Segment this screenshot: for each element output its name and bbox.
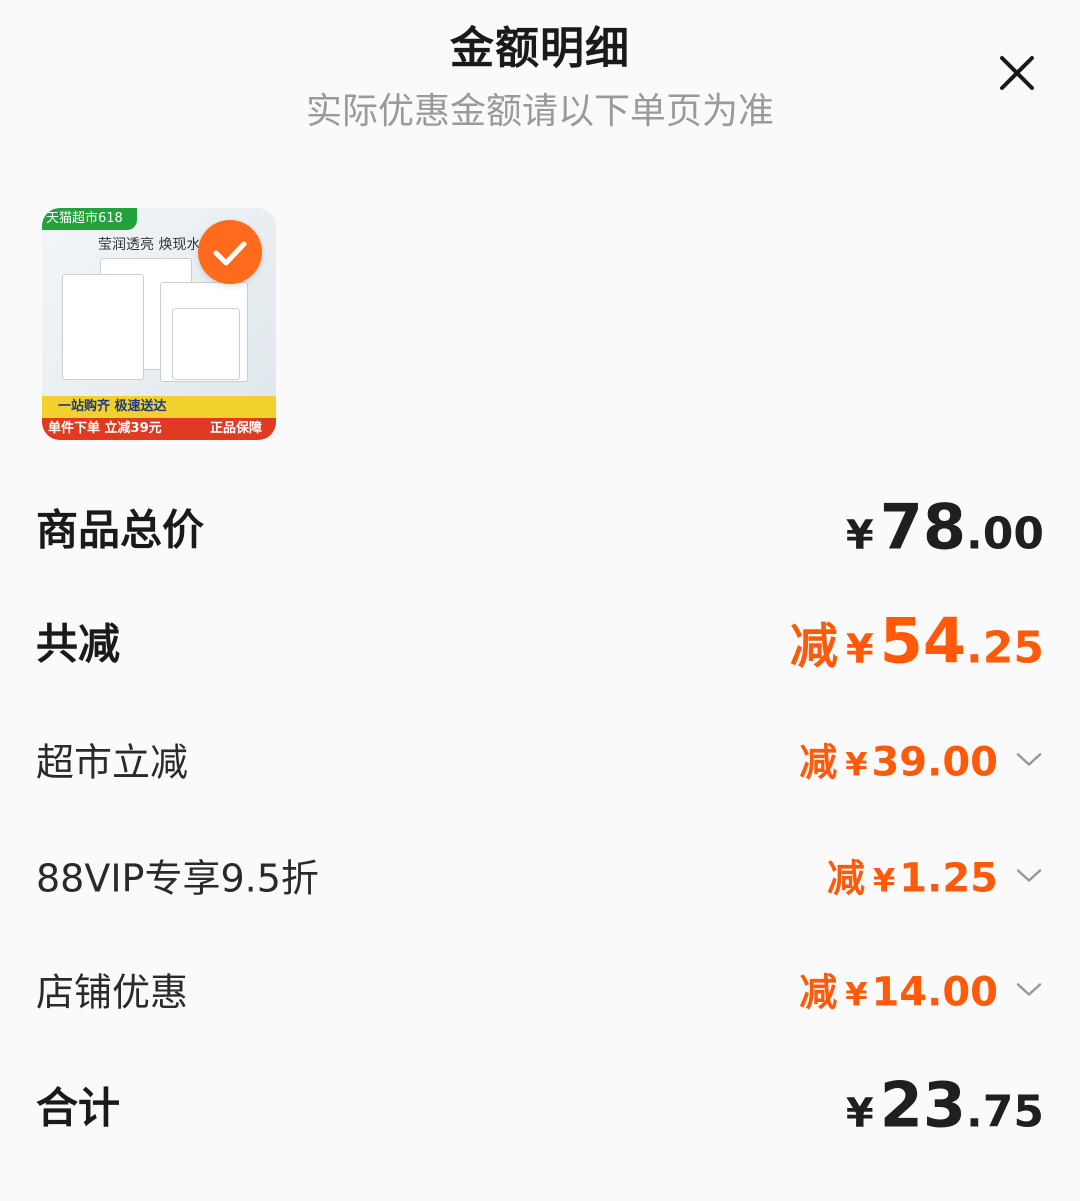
total-integer: 23: [879, 1068, 967, 1142]
total-decimal: .75: [966, 1086, 1044, 1138]
discount-label: 店铺优惠: [36, 970, 189, 1015]
product-pack-mid: [62, 274, 144, 380]
total-value: ¥ 23 .75: [846, 1069, 1044, 1142]
total-discount-integer: 54: [879, 604, 967, 678]
discount-row-store[interactable]: 店铺优惠 减 ¥ 14.00: [36, 954, 1044, 1024]
product-banner-right-text: 正品保障: [209, 421, 262, 436]
close-button[interactable]: [990, 46, 1044, 100]
total-currency: ¥: [845, 1090, 874, 1137]
product-promo-tag: 天猫超市618: [42, 208, 137, 230]
discount-label: 超市立减: [36, 740, 189, 785]
product-pack-front: [172, 308, 240, 380]
discount-amount: 39.00: [871, 739, 998, 786]
total-discount-row: 共减 减 ¥ 54 .25: [36, 605, 1044, 678]
discount-label: 88VIP专享9.5折: [36, 856, 319, 901]
check-icon: [213, 241, 247, 266]
product-headline: 莹润透亮 焕现水: [98, 237, 201, 253]
total-discount-decimal: .25: [966, 622, 1044, 674]
discount-value: 减 ¥ 39.00: [799, 732, 1044, 787]
subtotal-decimal: .00: [966, 508, 1044, 560]
discount-amount: 14.00: [871, 969, 998, 1016]
chevron-down-icon[interactable]: [1014, 979, 1044, 999]
discount-minus: 减: [799, 970, 838, 1015]
close-icon: [1000, 56, 1034, 90]
total-discount-label: 共减: [36, 619, 121, 669]
total-row: 合计 ¥ 23 .75: [36, 1069, 1044, 1142]
discount-row-supermarket[interactable]: 超市立减 减 ¥ 39.00: [36, 724, 1044, 794]
sheet-title: 金额明细: [450, 23, 630, 74]
discount-value: 减 ¥ 1.25: [827, 848, 1044, 903]
chevron-down-icon[interactable]: [1014, 865, 1044, 885]
discount-currency: ¥: [845, 745, 868, 784]
discount-currency: ¥: [845, 975, 868, 1014]
subtotal-label: 商品总价: [36, 505, 205, 555]
total-discount-currency: ¥: [845, 626, 874, 673]
discount-value: 减 ¥ 14.00: [799, 962, 1044, 1017]
subtotal-row: 商品总价 ¥ 78 .00: [36, 491, 1044, 564]
discount-row-88vip[interactable]: 88VIP专享9.5折 减 ¥ 1.25: [36, 840, 1044, 910]
amount-detail-sheet: 金额明细 实际优惠金额请以下单页为准 天猫超市618 莹润透亮 焕现水 一站购齐…: [0, 0, 1080, 1201]
discount-minus: 减: [827, 856, 866, 901]
total-discount-minus: 减: [789, 618, 838, 675]
subtotal-integer: 78: [879, 490, 967, 564]
selected-check-badge: [198, 220, 262, 284]
discount-amount: 1.25: [899, 855, 998, 902]
sheet-subtitle: 实际优惠金额请以下单页为准: [305, 91, 774, 132]
subtotal-currency: ¥: [845, 512, 874, 559]
discount-currency: ¥: [873, 861, 896, 900]
product-banner-left-text: 单件下单 立减39元: [48, 421, 162, 436]
discount-minus: 减: [799, 740, 838, 785]
product-banner-red: 单件下单 立减39元 正品保障: [42, 418, 276, 440]
total-discount-value: 减 ¥ 54 .25: [790, 605, 1044, 678]
subtotal-value: ¥ 78 .00: [846, 491, 1044, 564]
chevron-down-icon[interactable]: [1014, 749, 1044, 769]
product-banner-yellow: 一站购齐 极速送达: [42, 396, 276, 418]
total-label: 合计: [36, 1083, 121, 1133]
